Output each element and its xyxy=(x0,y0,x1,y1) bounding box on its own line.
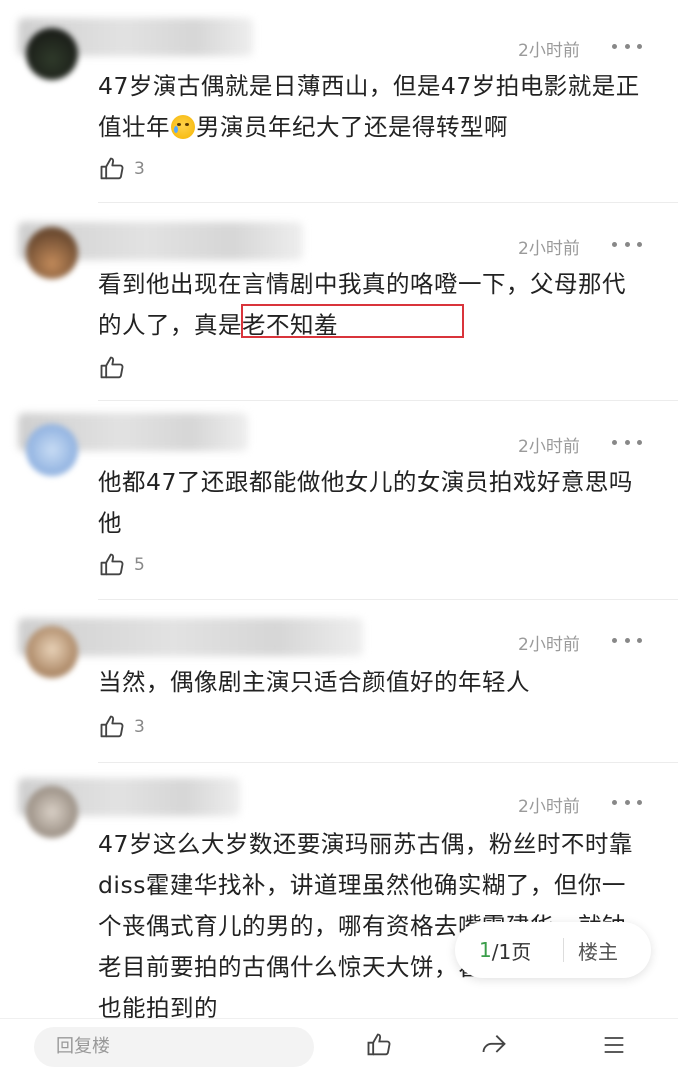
like-button[interactable]: 3 xyxy=(98,154,145,184)
comment-time: 2小时前 xyxy=(518,437,580,457)
thumbs-up-icon xyxy=(100,157,124,180)
host-only-button[interactable]: 楼主 xyxy=(578,936,618,965)
avatar[interactable] xyxy=(26,227,78,279)
page-indicator: 1/1页 楼主 xyxy=(455,922,651,978)
total-pages: /1页 xyxy=(491,939,532,964)
avatar[interactable] xyxy=(26,28,78,80)
comment-time: 2小时前 xyxy=(518,239,580,259)
bottom-action-bar: 回复楼 xyxy=(0,1018,678,1067)
like-count: 5 xyxy=(134,555,145,575)
comment-time: 2小时前 xyxy=(518,41,580,61)
comment-text: 47岁演古偶就是日薄西山，但是47岁拍电影就是正值壮年 男演员年纪大了还是得转型啊 xyxy=(98,72,640,141)
like-button[interactable] xyxy=(98,353,134,383)
thumbs-up-icon xyxy=(100,553,124,576)
like-icon[interactable] xyxy=(365,1031,393,1059)
divider xyxy=(563,938,564,962)
crying-emoji-icon xyxy=(171,115,195,139)
more-options-button[interactable] xyxy=(612,795,642,809)
thumbs-up-icon xyxy=(100,356,124,379)
comment-text: 当然，偶像剧主演只适合颜值好的年轻人 xyxy=(98,668,530,696)
more-options-button[interactable] xyxy=(612,39,642,53)
more-options-button[interactable] xyxy=(612,633,642,647)
divider xyxy=(98,202,678,203)
like-count: 3 xyxy=(134,159,145,179)
menu-icon[interactable] xyxy=(600,1031,628,1059)
page-selector-button[interactable]: 1/1页 xyxy=(455,936,559,965)
like-button[interactable]: 3 xyxy=(98,712,145,742)
comment-time: 2小时前 xyxy=(518,635,580,655)
more-options-button[interactable] xyxy=(612,435,642,449)
avatar[interactable] xyxy=(26,786,78,838)
like-count: 3 xyxy=(134,717,145,737)
comment-text: 看到他出现在言情剧中我真的咯噔一下，父母那代的人了，真是老不知羞 xyxy=(98,270,626,339)
thumbs-up-icon xyxy=(100,715,124,738)
comment-time: 2小时前 xyxy=(518,797,580,817)
more-options-button[interactable] xyxy=(612,237,642,251)
comment-text: 他都47了还跟都能做他女儿的女演员拍戏好意思吗他 xyxy=(98,468,633,537)
current-page: 1 xyxy=(479,938,492,962)
reply-input[interactable]: 回复楼 xyxy=(34,1027,314,1067)
divider xyxy=(98,400,678,401)
divider xyxy=(98,762,678,763)
avatar[interactable] xyxy=(26,424,78,476)
divider xyxy=(98,599,678,600)
avatar[interactable] xyxy=(26,626,78,678)
like-button[interactable]: 5 xyxy=(98,550,145,580)
share-icon[interactable] xyxy=(480,1031,508,1059)
